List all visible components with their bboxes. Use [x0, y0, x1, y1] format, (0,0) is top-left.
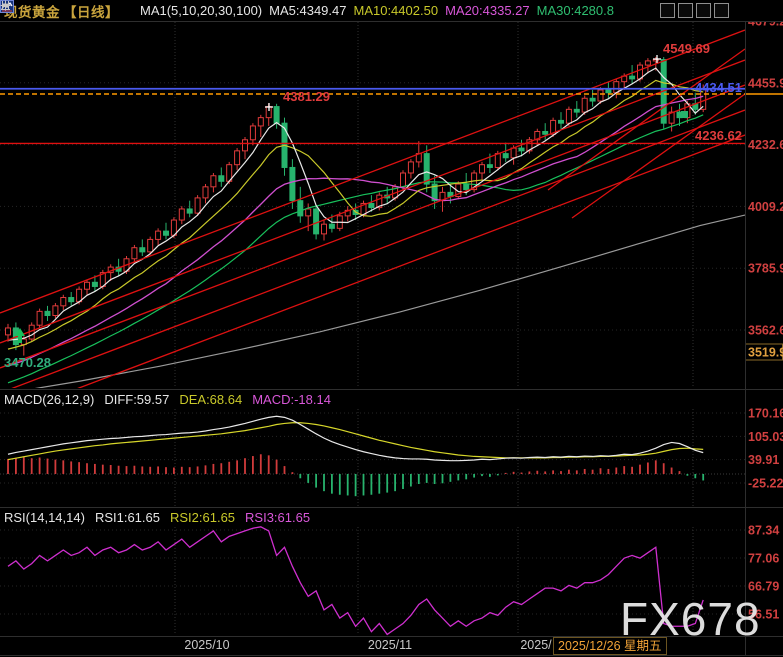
trendline[interactable]: [0, 85, 745, 368]
price-panel[interactable]: [0, 21, 745, 418]
price-axis-label: 3562.66: [748, 323, 783, 337]
label-peak-december: 4549.69: [663, 41, 710, 56]
rsi-line: [8, 527, 703, 635]
ma30-line: [8, 115, 703, 383]
chart-canvas[interactable]: 4679.224455.914232.604009.283785.973562.…: [0, 0, 783, 657]
macd-axis-label: 39.91: [748, 453, 779, 467]
trendline[interactable]: [0, 135, 745, 418]
label-peak-october: 4381.29: [283, 89, 330, 104]
rsi-axis-label: 87.34: [748, 524, 779, 538]
diff-line: [8, 416, 703, 460]
trading-chart-window: 现货黄金 【日线】 MA1(5,10,20,30,100) MA5:4349.4…: [0, 0, 783, 657]
ma5-value: MA5:4349.47: [269, 3, 346, 18]
label-blue-level: 4434.51: [695, 80, 742, 95]
chart-toolbar: [660, 3, 729, 18]
rsi-axis-label: 77.06: [748, 552, 779, 566]
signal-square-marker: [681, 111, 688, 118]
label-low-september: 3470.28: [4, 355, 51, 370]
ma20-value: MA20:4335.27: [445, 3, 530, 18]
macd-panel[interactable]: [0, 409, 745, 506]
diff-value: DIFF:59.57: [104, 392, 169, 407]
macd-histogram: [8, 454, 703, 496]
period-selector[interactable]: 【日线】: [63, 1, 119, 21]
rsi1-value: RSI1:61.65: [95, 510, 160, 525]
ma-param-label: MA1(5,10,20,30,100): [140, 3, 262, 18]
price-axis-label: 4232.60: [748, 138, 783, 152]
macd-params: MACD(26,12,9): [4, 392, 94, 407]
macd-legend: MACD(26,12,9) DIFF:59.57 DEA:68.64 MACD:…: [4, 391, 331, 408]
dea-line: [8, 423, 703, 460]
time-axis-label: 2025/: [520, 638, 551, 652]
ma100-line: [0, 215, 745, 394]
macd-axis-label: 170.16: [748, 407, 783, 421]
time-axis-label: 2025/10: [184, 638, 229, 652]
trendline[interactable]: [0, 110, 745, 393]
macd-value: MACD:-18.14: [252, 392, 331, 407]
label-red-level: 4236.62: [695, 128, 742, 143]
macd-axis-label: -25.22: [748, 477, 783, 491]
rsi-legend: RSI(14,14,14) RSI1:61.65 RSI2:61.65 RSI3…: [4, 509, 310, 526]
axis-badge-value: 3519.93: [748, 346, 783, 360]
pan-right-icon[interactable]: [714, 3, 729, 18]
time-axis-label: 2025/11: [368, 638, 412, 652]
watermark: FX678: [620, 592, 761, 646]
ma10-value: MA10:4402.50: [353, 3, 438, 18]
trendline[interactable]: [0, 30, 745, 313]
zoom-out-icon[interactable]: [678, 3, 693, 18]
chart-header: 现货黄金 【日线】 MA1(5,10,20,30,100) MA5:4349.4…: [0, 0, 783, 21]
rsi2-value: RSI2:61.65: [170, 510, 235, 525]
zoom-in-icon[interactable]: [696, 3, 711, 18]
rsi-params: RSI(14,14,14): [4, 510, 85, 525]
macd-axis-label: 105.03: [748, 430, 783, 444]
ma30-value: MA30:4280.8: [537, 3, 614, 18]
price-axis-label: 4009.28: [748, 200, 783, 214]
crosshair-icon[interactable]: [660, 3, 675, 18]
price-axis-label: 3785.97: [748, 262, 783, 276]
dea-value: DEA:68.64: [179, 392, 242, 407]
trendline[interactable]: [0, 60, 745, 343]
price-axis-label: 4455.91: [748, 76, 783, 90]
trendline[interactable]: [572, 94, 745, 218]
rsi3-value: RSI3:61.65: [245, 510, 310, 525]
